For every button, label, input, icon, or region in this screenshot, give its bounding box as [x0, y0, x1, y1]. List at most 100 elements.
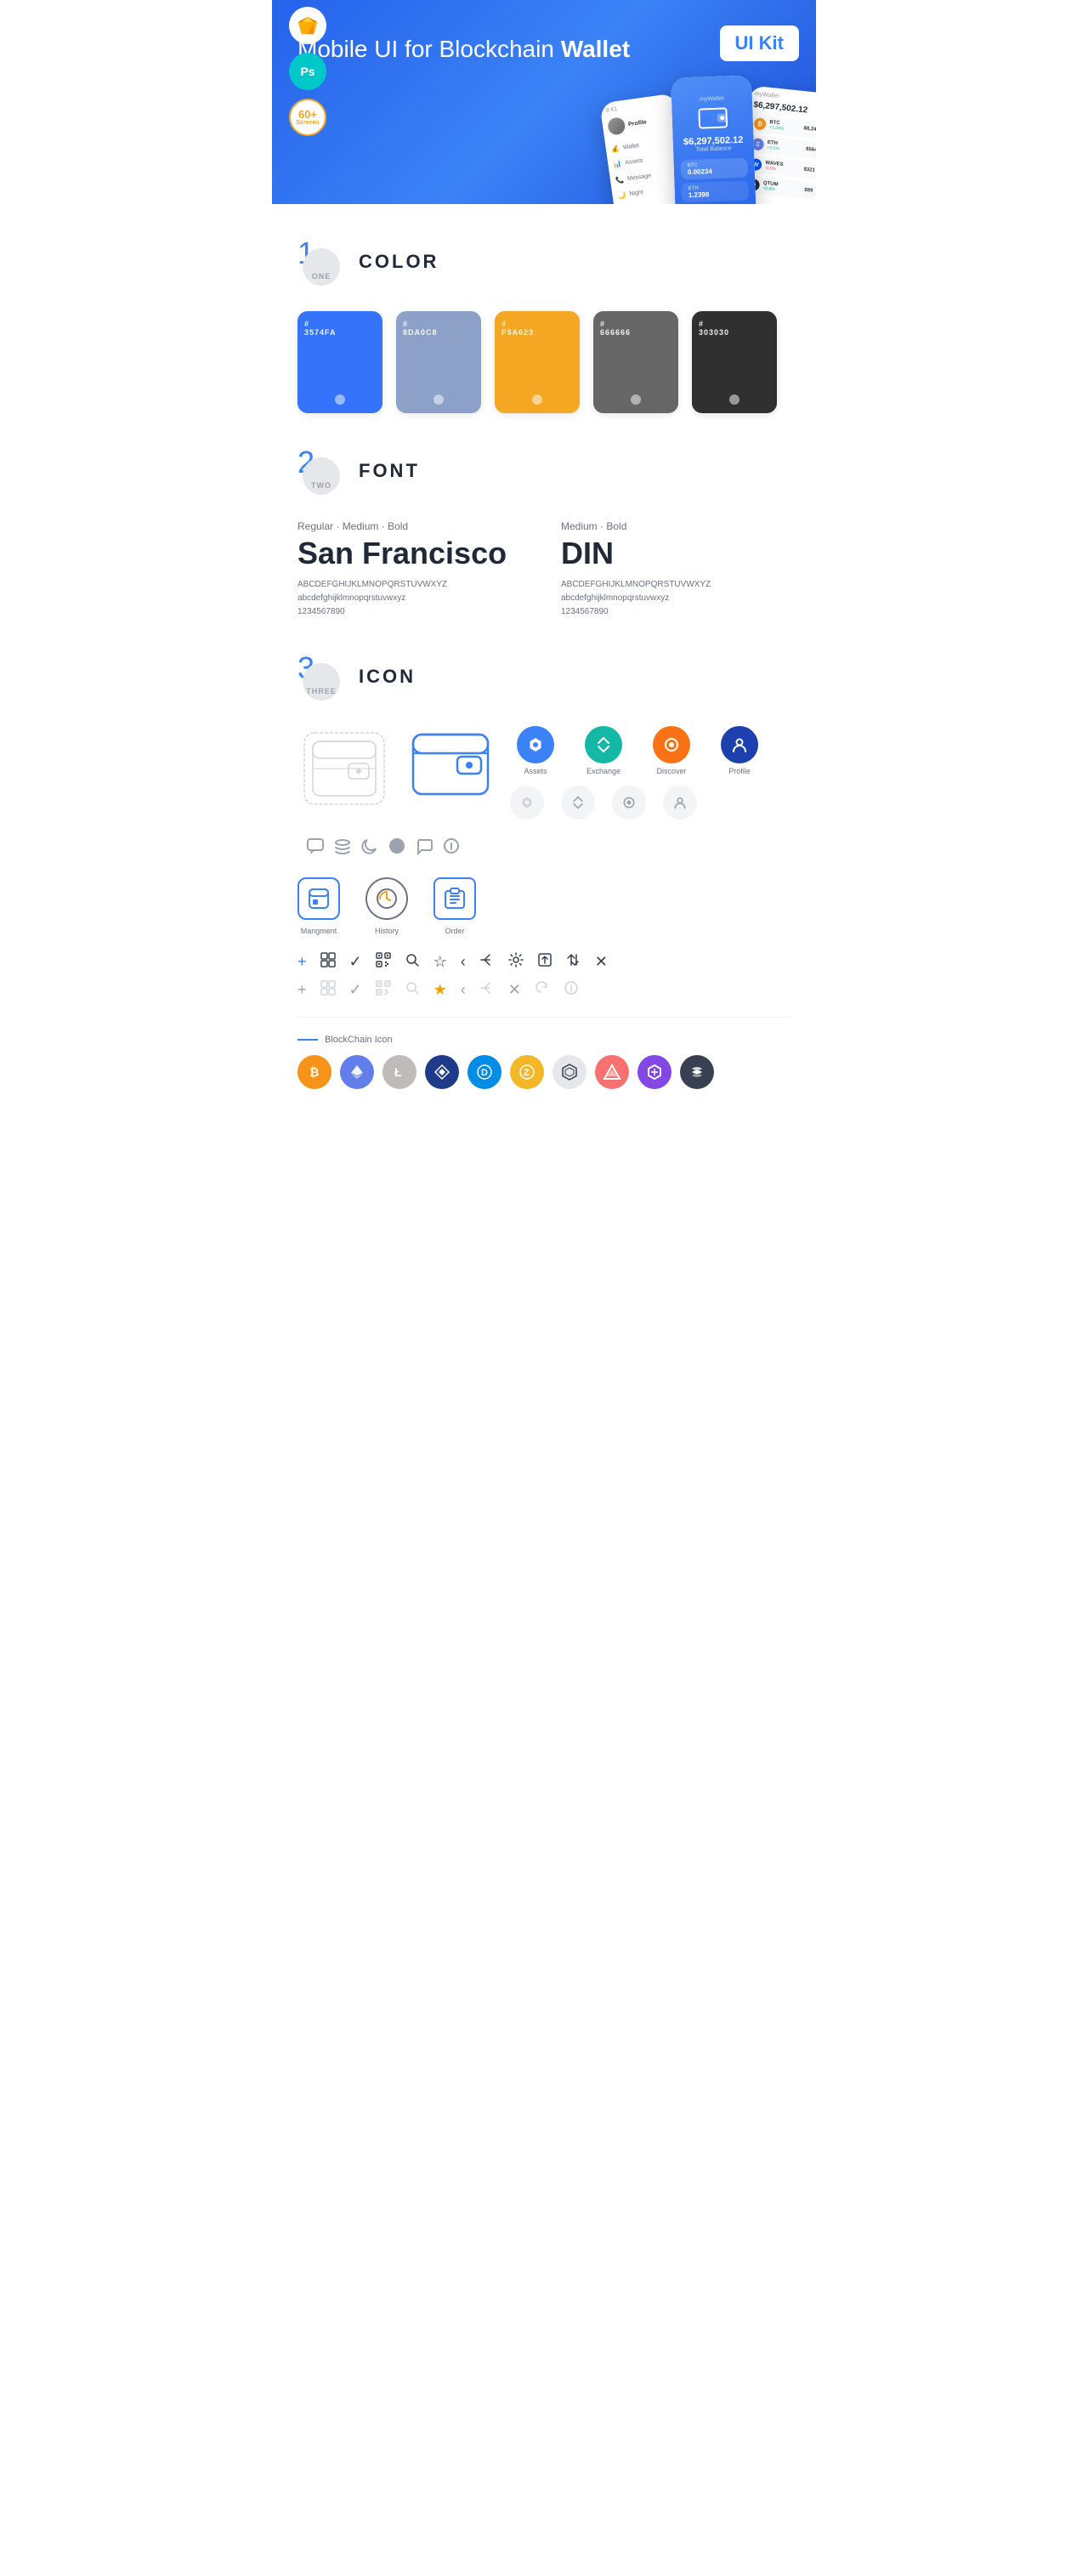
assets-icon-gray — [510, 786, 544, 820]
message-icon — [415, 837, 434, 860]
profile-icon-gray — [663, 786, 697, 820]
hero-badges: Ps 60+ Screens — [289, 7, 326, 136]
crypto-icons-row: ₿ Ł D — [298, 1055, 790, 1089]
nav-icon-profile: Profile — [714, 726, 765, 775]
small-icons-row-1: + ✓ — [298, 952, 790, 972]
grid-icon — [320, 952, 336, 972]
search-icon-gray-svg — [405, 980, 420, 996]
history-icon-svg — [375, 887, 399, 911]
section-num-container-2: 2 TWO — [298, 447, 345, 495]
refresh-icon-gray-svg — [535, 980, 550, 996]
settings-icon-svg — [508, 952, 524, 967]
assets-icon-circle — [517, 726, 554, 763]
sketch-icon — [297, 15, 319, 36]
search-icon-gray — [405, 980, 420, 1000]
share-icon-gray — [479, 980, 495, 1000]
management-icon-item: Mangment — [298, 877, 340, 935]
zcash-icon-svg: Z — [518, 1063, 536, 1081]
eth-icon — [340, 1055, 374, 1089]
app-icons-row: Mangment History Order — [298, 877, 790, 935]
close-icon-gray: ✕ — [508, 981, 521, 999]
misc-icons-right — [306, 837, 461, 860]
swatch-gray-blue: #8DA0C8 — [396, 311, 481, 413]
svg-text:D: D — [481, 1068, 488, 1078]
font-sf-upper: ABCDEFGHIJKLMNOPQRSTUVWXYZ — [298, 578, 527, 592]
search-icon — [405, 952, 420, 972]
stack-icon — [333, 837, 352, 860]
qr-icon — [376, 952, 391, 972]
phone-screen-wallet: myWallet $6,297,502.12 Total Balance BTC… — [671, 75, 756, 204]
sketch-badge — [289, 7, 326, 44]
circle-icon-svg — [388, 837, 406, 855]
order-icon-clipboard — [434, 877, 476, 920]
grid-icon-gray — [320, 980, 336, 1000]
hero-phones: 9:41 Profile 💰 Wallet 📊 Assets 📞 Message… — [607, 9, 816, 204]
screens-label: Screens — [296, 120, 319, 126]
small-icons-row-2: + ✓ — [298, 980, 790, 1000]
share-icon — [479, 952, 495, 972]
check-icon: ✓ — [349, 953, 362, 971]
nav-icon-discover: Discover — [646, 726, 697, 775]
swatch-code-dark-gray: #666666 — [600, 320, 631, 337]
btc-icon: ₿ — [298, 1055, 332, 1089]
swatch-dot-orange — [532, 394, 542, 405]
section-title-color: COLOR — [359, 251, 439, 273]
upload-icon — [537, 952, 552, 972]
star-icon-orange: ★ — [434, 981, 447, 999]
btc-icon-svg: ₿ — [305, 1063, 324, 1081]
zcash-icon: Z — [510, 1055, 544, 1089]
wallet-wireframe-2 — [408, 726, 493, 803]
order-icon-item: Order — [434, 877, 476, 935]
section-num-container-1: 1 ONE — [298, 238, 345, 286]
stack-icon-svg — [333, 837, 352, 855]
font-din-nums: 1234567890 — [561, 605, 790, 619]
exchange-icon-gray — [561, 786, 595, 820]
icon-large-row: Assets Exchange — [298, 726, 790, 860]
profile-icon-gray-svg — [672, 795, 688, 810]
main-content: 1 ONE COLOR #3574FA #8DA0C8 #F5A623 #666… — [272, 238, 816, 1089]
assets-icon-svg — [526, 735, 545, 754]
ark-icon-svg — [603, 1063, 621, 1081]
matic-icon-svg — [645, 1063, 664, 1081]
blockchain-line — [298, 1039, 318, 1041]
nav-icons-top-row: Assets Exchange — [510, 726, 765, 775]
section-word-3: THREE — [303, 663, 340, 701]
discover-icon-circle — [653, 726, 690, 763]
back-icon: ‹ — [461, 953, 466, 971]
font-din-lower: abcdefghijklmnopqrstuvwxyz — [561, 592, 790, 605]
font-sf-style: Regular · Medium · Bold — [298, 520, 527, 532]
svg-text:Z: Z — [524, 1068, 530, 1078]
font-sf-nums: 1234567890 — [298, 605, 527, 619]
phone-mockup-center: myWallet $6,297,502.12 Total Balance BTC… — [671, 75, 756, 204]
waves-icon — [425, 1055, 459, 1089]
stratis-icon — [680, 1055, 714, 1089]
swap-icon-svg — [566, 952, 581, 967]
settings-icon — [508, 952, 524, 972]
swatch-dot-blue — [335, 394, 345, 405]
share-icon-svg — [479, 952, 495, 967]
management-icon-svg — [308, 888, 330, 910]
svg-text:₿: ₿ — [309, 1065, 319, 1079]
iota-icon — [552, 1055, 586, 1089]
swatch-code-black: #303030 — [699, 320, 729, 337]
info-icon-svg — [442, 837, 461, 855]
font-din-upper: ABCDEFGHIJKLMNOPQRSTUVWXYZ — [561, 578, 790, 592]
swatch-dot-dark-gray — [631, 394, 641, 405]
grid-icon-gray-svg — [320, 980, 336, 996]
wallet-icon-hero — [697, 105, 728, 131]
misc-icons-top — [306, 837, 461, 860]
nav-icons-gray-row — [510, 786, 765, 820]
grid-icon-svg — [320, 952, 336, 967]
profile-icon-circle — [721, 726, 758, 763]
hero-balance-label: Total Balance — [695, 145, 731, 152]
iota-icon-svg — [560, 1063, 579, 1081]
dash-icon: D — [468, 1055, 502, 1089]
svg-text:Ł: Ł — [394, 1065, 402, 1079]
exchange-icon-gray-svg — [570, 795, 586, 810]
matic-icon — [638, 1055, 672, 1089]
hero-section: Mobile UI for Blockchain Wallet UI Kit P… — [272, 0, 816, 204]
refresh-icon-gray — [535, 980, 550, 1000]
management-icon-label: Mangment — [301, 927, 337, 935]
swatch-dark-gray: #666666 — [593, 311, 678, 413]
icon-section-header: 3 THREE ICON — [298, 653, 790, 701]
